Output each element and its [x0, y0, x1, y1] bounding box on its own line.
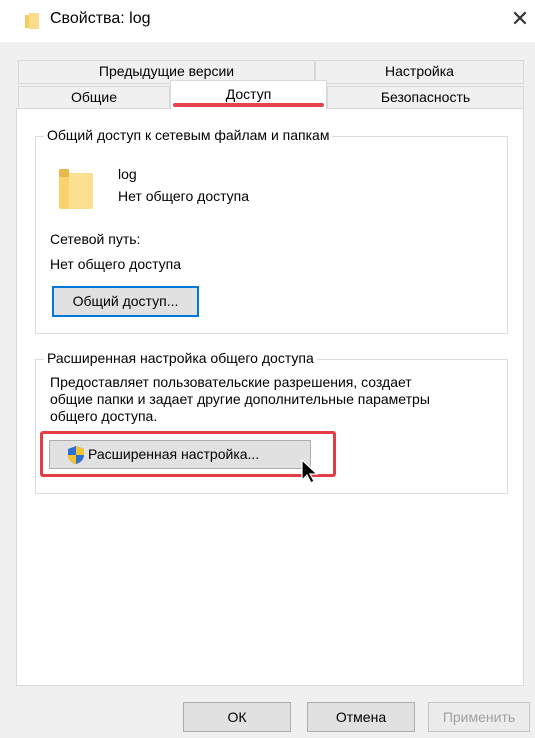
ok-button[interactable]: ОК — [183, 702, 291, 732]
selected-tab-underline — [173, 103, 324, 107]
folder-icon — [25, 13, 39, 29]
folder-icon — [59, 169, 93, 209]
shield-icon — [68, 446, 84, 464]
advanced-sharing-description: Предоставляет пользовательские разрешени… — [50, 374, 430, 424]
folder-sharing-status: Нет общего доступа — [118, 188, 250, 204]
advanced-sharing-group-title: Расширенная настройка общего доступа — [44, 350, 317, 366]
tab-general[interactable]: Общие — [18, 86, 170, 109]
network-path-label: Сетевой путь: — [50, 231, 141, 247]
cursor-icon — [301, 459, 319, 484]
network-path-value: Нет общего доступа — [50, 256, 182, 272]
tab-security[interactable]: Безопасность — [327, 86, 524, 109]
folder-name: log — [118, 166, 137, 182]
apply-button[interactable]: Применить — [428, 702, 530, 732]
close-icon[interactable]: ✕ — [506, 5, 534, 33]
share-button[interactable]: Общий доступ... — [52, 286, 199, 317]
cancel-button[interactable]: Отмена — [307, 702, 415, 732]
window-title: Свойства: log — [50, 10, 151, 27]
network-sharing-group-title: Общий доступ к сетевым файлам и папкам — [44, 127, 333, 143]
tab-customize[interactable]: Настройка — [315, 60, 524, 84]
tab-panel: Общий доступ к сетевым файлам и папкам l… — [16, 108, 524, 686]
advanced-sharing-button[interactable]: Расширенная настройка... — [49, 440, 311, 469]
